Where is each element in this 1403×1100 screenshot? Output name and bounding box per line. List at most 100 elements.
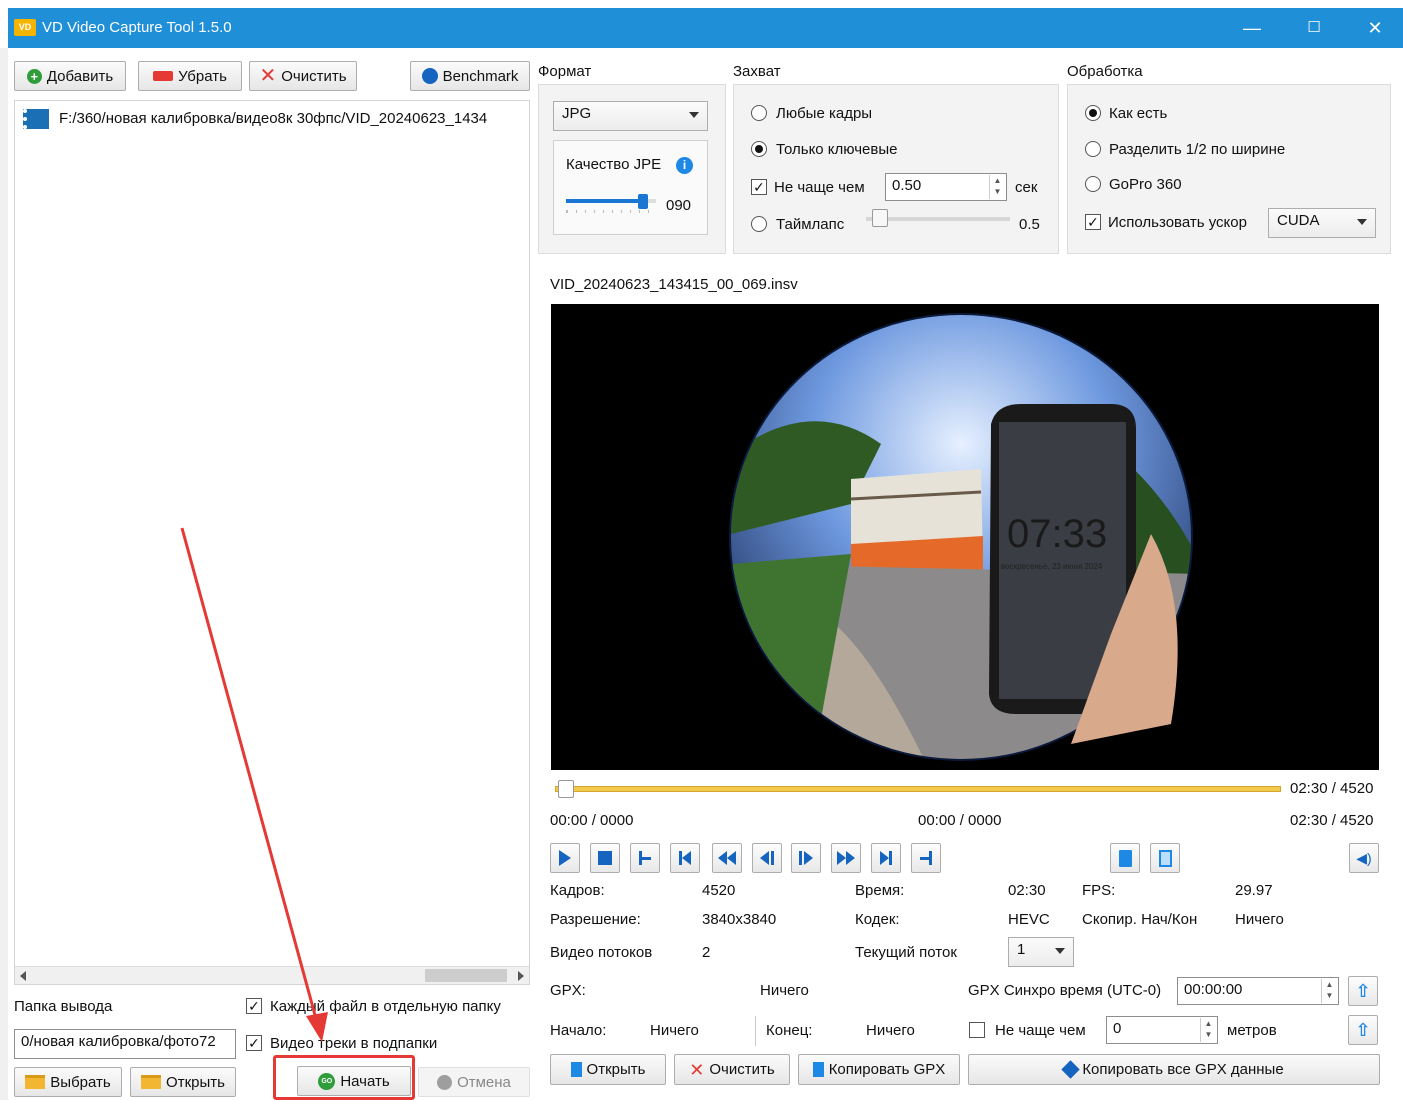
step-back-icon: [760, 851, 774, 865]
play-button[interactable]: [550, 843, 580, 873]
info-icon[interactable]: i: [676, 157, 693, 174]
gpx-start-value: Ничего: [650, 1022, 699, 1039]
play-icon: [559, 850, 571, 866]
quality-panel: [553, 140, 708, 235]
spin-arrows-icon[interactable]: ▲ ▼: [989, 175, 1005, 199]
gpx-sync-input[interactable]: 00:00:00 ▲ ▼: [1177, 977, 1339, 1005]
phone-date-text: воскресенье, 23 июня 2024: [1001, 562, 1103, 571]
title-bar: VD VD Video Capture Tool 1.5.0 — ☐ ✕: [8, 8, 1403, 48]
list-item[interactable]: F:/360/новая калибровка/видео8к 30фпс/VI…: [15, 101, 529, 137]
gpx-end-value: Ничего: [866, 1022, 915, 1039]
maximize-button[interactable]: ☐: [1291, 14, 1337, 42]
benchmark-button[interactable]: Benchmark: [410, 61, 530, 91]
not-more-than-input[interactable]: 0.50 ▲ ▼: [885, 173, 1007, 201]
mark-end-button[interactable]: [911, 843, 941, 873]
clear-button[interactable]: ✕ Очистить: [249, 61, 357, 91]
gpx-sync-apply-button[interactable]: ⇧: [1348, 976, 1378, 1006]
document-icon: [1118, 849, 1132, 867]
video-streams-value: 2: [702, 944, 711, 961]
choose-folder-button[interactable]: Выбрать: [14, 1067, 122, 1097]
any-frames-radio[interactable]: [751, 105, 767, 121]
current-stream-select[interactable]: 1: [1008, 937, 1074, 967]
document-icon: [812, 1062, 824, 1077]
gpx-open-button[interactable]: Открыть: [550, 1054, 666, 1085]
step-forward-button[interactable]: [791, 843, 821, 873]
fast-rewind-button[interactable]: [712, 843, 742, 873]
cancel-icon: [437, 1074, 453, 1090]
copy-gpx-button[interactable]: Копировать GPX: [798, 1054, 960, 1085]
time-value: 02:30: [1008, 882, 1046, 899]
stop-button[interactable]: [590, 843, 620, 873]
time-label: Время:: [855, 882, 905, 899]
position-mid: 00:00 / 0000: [918, 812, 1002, 829]
quality-value: 090: [666, 197, 692, 214]
document-icon: [570, 1062, 582, 1077]
timelapse-slider-thumb[interactable]: [872, 209, 889, 227]
x-icon: ✕: [689, 1059, 705, 1080]
timeline-thumb[interactable]: [558, 780, 575, 798]
window-frame: [0, 48, 8, 1100]
split-half-radio[interactable]: [1085, 141, 1101, 157]
copy-frame-button[interactable]: [1110, 843, 1140, 873]
go-first-button[interactable]: [670, 843, 700, 873]
position-start: 00:00 / 0000: [550, 812, 634, 829]
gpx-not-more-checkbox[interactable]: [969, 1022, 985, 1038]
timelapse-radio[interactable]: [751, 216, 767, 232]
timeline-slider[interactable]: [551, 779, 1281, 801]
app-logo-icon: VD: [14, 19, 36, 36]
quality-slider-thumb[interactable]: [638, 194, 648, 209]
spin-arrows-icon[interactable]: ▲ ▼: [1200, 1018, 1216, 1042]
gpx-start-label: Начало:: [550, 1022, 607, 1039]
step-back-button[interactable]: [752, 843, 782, 873]
scroll-thumb[interactable]: [425, 969, 507, 982]
cancel-button-label: Отмена: [457, 1073, 511, 1091]
not-more-than-checkbox[interactable]: ✓: [751, 179, 767, 195]
gpx-not-more-label: Не чаще чем: [995, 1022, 1086, 1039]
volume-button[interactable]: ◀): [1349, 843, 1379, 873]
start-button[interactable]: GO Начать: [297, 1066, 411, 1096]
copy-gpx-label: Копировать GPX: [828, 1061, 946, 1078]
gpx-not-more-input[interactable]: 0 ▲ ▼: [1106, 1016, 1218, 1044]
remove-button[interactable]: Убрать: [138, 61, 242, 91]
close-button[interactable]: ✕: [1352, 14, 1398, 42]
start-button-label: Начать: [340, 1072, 390, 1090]
video-preview[interactable]: 07:33 воскресенье, 23 июня 2024: [551, 304, 1379, 770]
divider: [755, 1016, 756, 1046]
resolution-label: Разрешение:: [550, 911, 641, 928]
key-frames-label: Только ключевые: [776, 141, 898, 158]
output-folder-label: Папка вывода: [14, 998, 113, 1015]
fast-rewind-icon: [718, 851, 736, 865]
codec-label: Кодек:: [855, 911, 900, 928]
gpx-value: Ничего: [760, 982, 809, 999]
remove-icon: [153, 71, 174, 81]
minimize-button[interactable]: —: [1229, 14, 1275, 42]
save-frame-button[interactable]: [1150, 843, 1180, 873]
format-select[interactable]: JPG: [553, 101, 708, 131]
position-end: 02:30 / 4520: [1290, 812, 1374, 829]
gopro-radio[interactable]: [1085, 176, 1101, 192]
copy-all-gpx-button[interactable]: Копировать все GPX данные: [968, 1054, 1380, 1085]
gpx-clear-button[interactable]: ✕ Очистить: [674, 1054, 790, 1085]
key-frames-radio[interactable]: [751, 141, 767, 157]
share-arrow-icon: ⇧: [1355, 1019, 1371, 1040]
clear-button-label: Очистить: [281, 67, 347, 85]
step-forward-icon: [799, 851, 813, 865]
x-icon: ✕: [259, 65, 277, 87]
add-button[interactable]: + Добавить: [14, 61, 126, 91]
not-more-than-label: Не чаще чем: [774, 179, 865, 196]
timelapse-slider[interactable]: [866, 208, 1010, 234]
quality-slider[interactable]: [566, 191, 656, 215]
window-title: VD Video Capture Tool 1.5.0: [42, 19, 232, 36]
as-is-radio[interactable]: [1085, 105, 1101, 121]
timeline-track: [555, 786, 1281, 792]
video-file-icon: [23, 109, 49, 129]
cancel-button[interactable]: Отмена: [418, 1067, 530, 1097]
go-last-button[interactable]: [871, 843, 901, 873]
spin-arrows-icon[interactable]: ▲ ▼: [1321, 979, 1337, 1003]
fast-forward-button[interactable]: [831, 843, 861, 873]
gpx-distance-apply-button[interactable]: ⇧: [1348, 1015, 1378, 1045]
mark-start-button[interactable]: [630, 843, 660, 873]
acceleration-select[interactable]: CUDA: [1268, 208, 1376, 238]
open-folder-button[interactable]: Открыть: [130, 1067, 236, 1097]
use-acceleration-checkbox[interactable]: ✓: [1085, 214, 1101, 230]
